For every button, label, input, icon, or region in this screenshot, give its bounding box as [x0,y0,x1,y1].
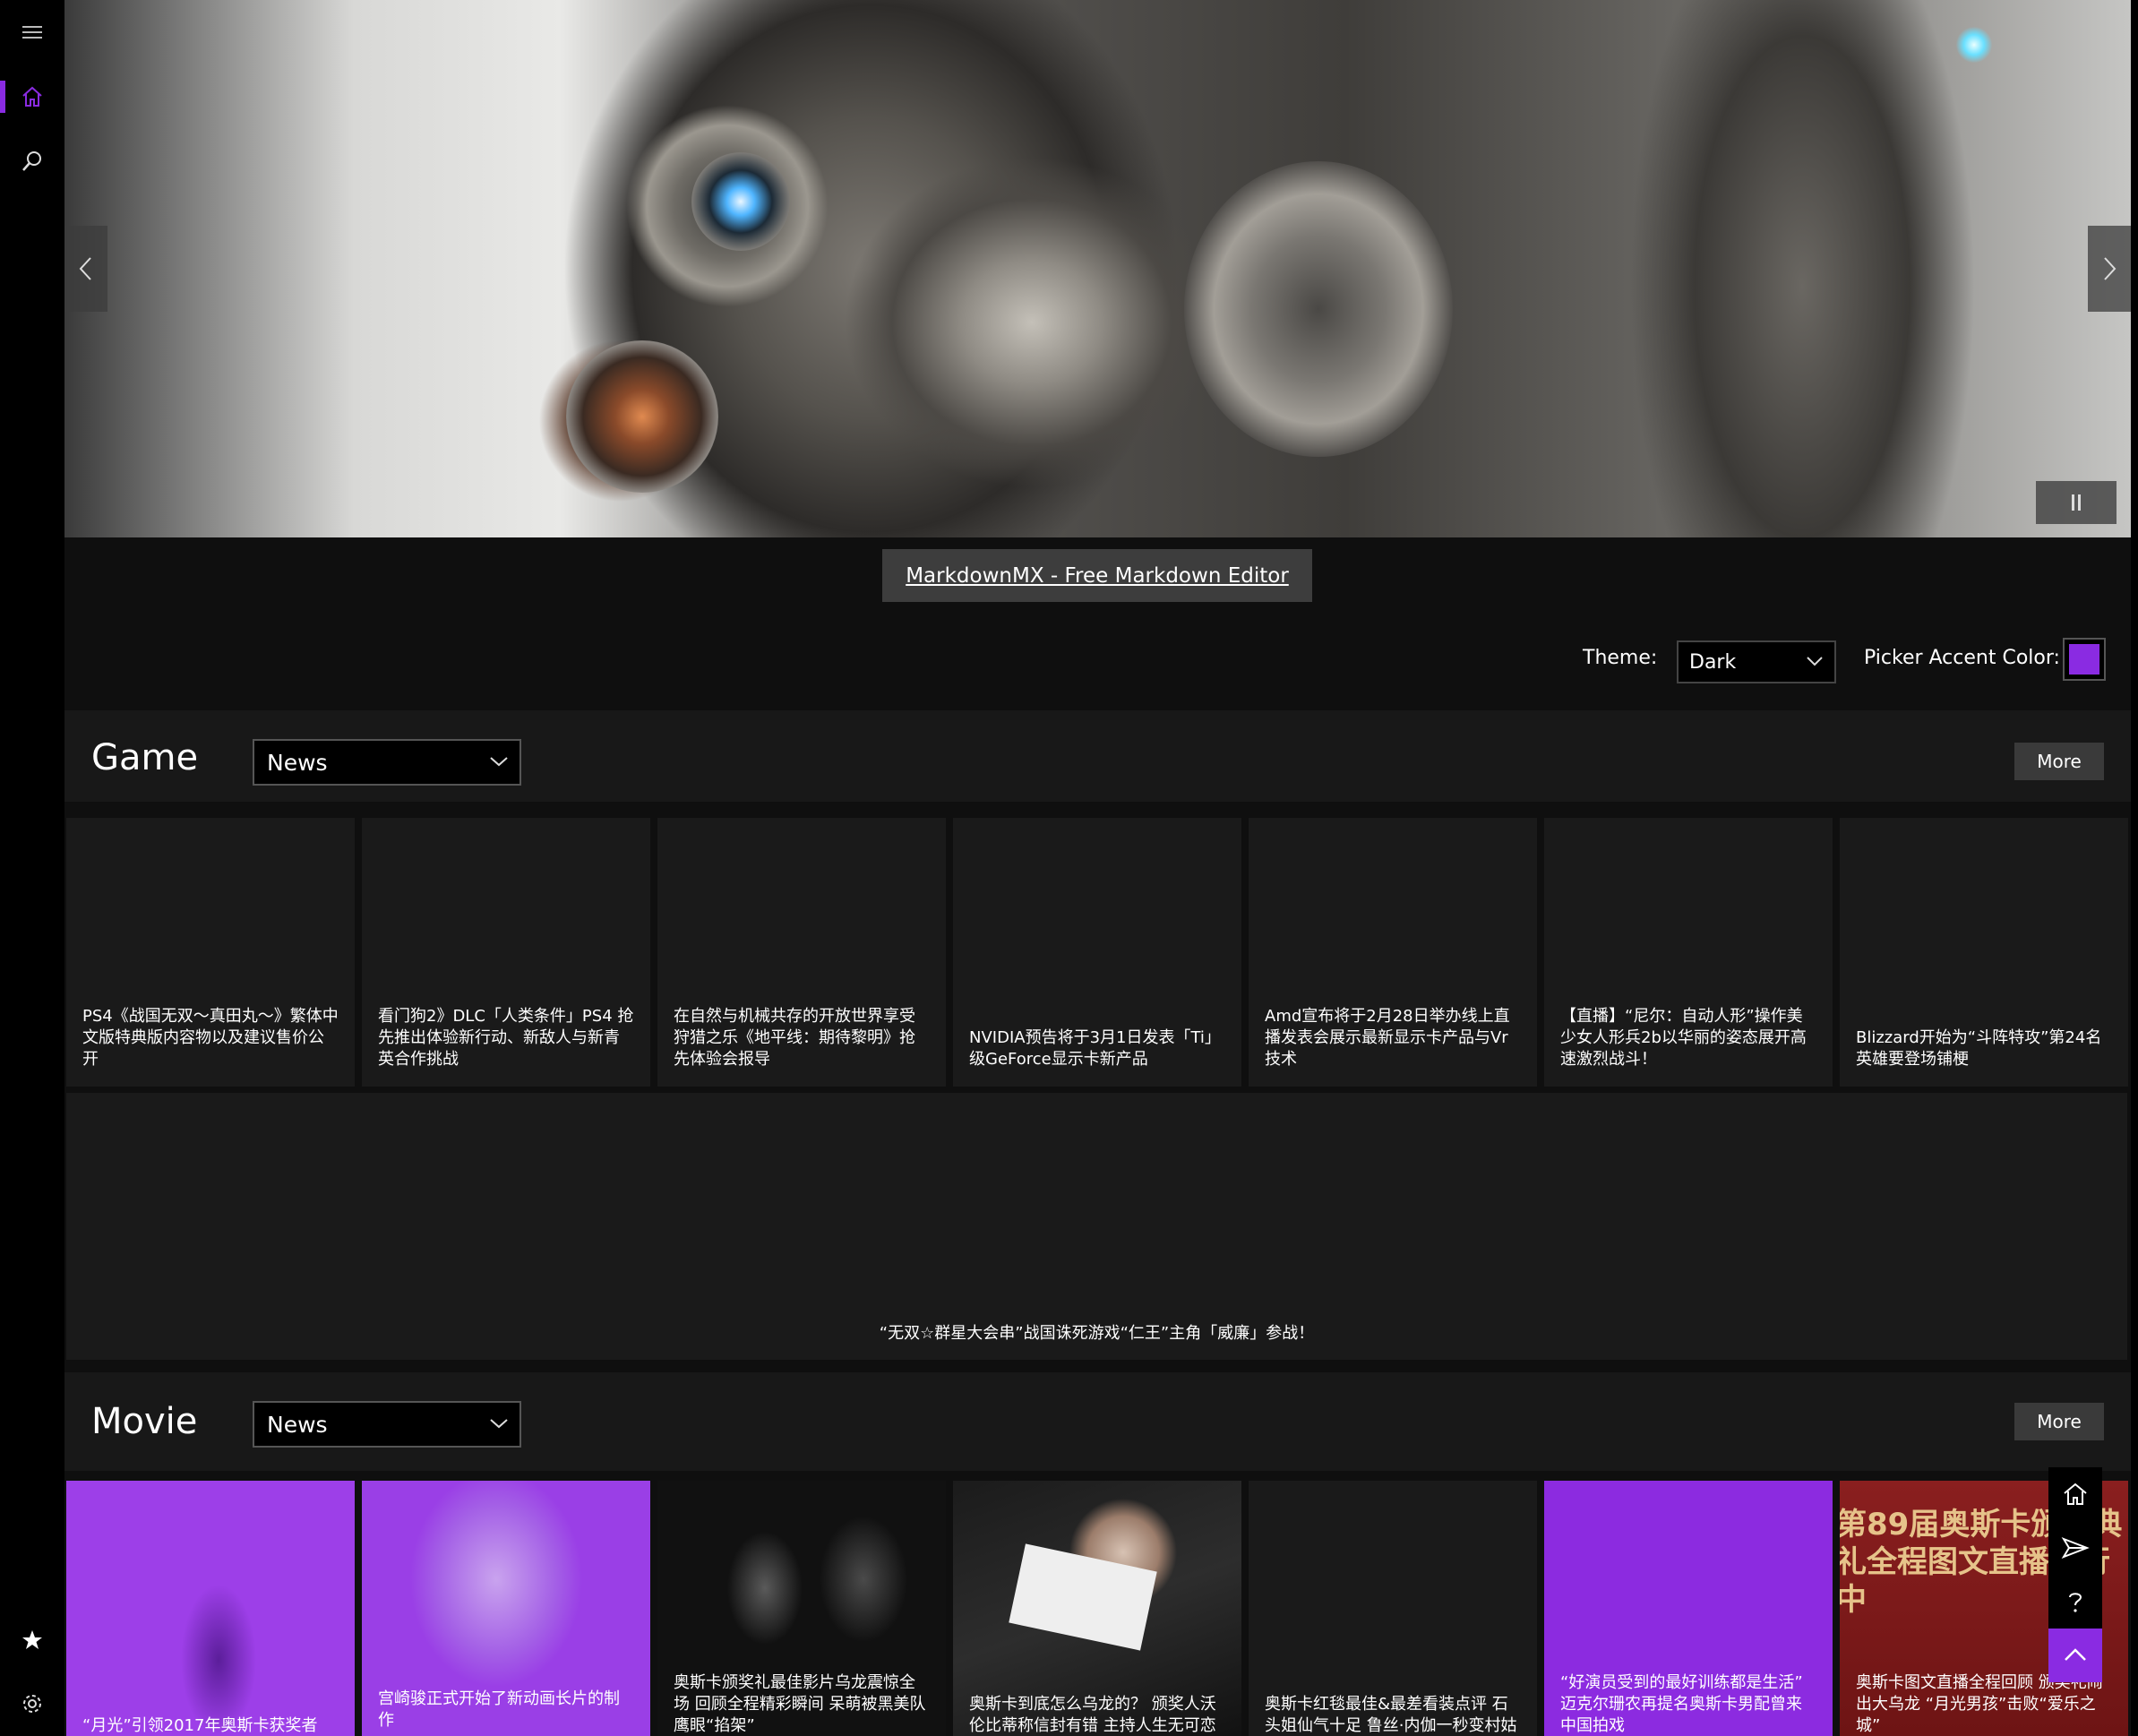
game-news-tile[interactable]: PS4《战国无双～真田丸～》繁体中文版特典版内容物以及建议售价公开 [66,818,355,1087]
movie-news-tile[interactable]: “月光”引领2017年奥斯卡获奖者 [66,1481,355,1736]
left-rail [0,0,64,1736]
tile-caption: NVIDIA预告将于3月1日发表「Ti」级GeForce显示卡新产品 [969,1028,1221,1069]
main-content: MarkdownMX - Free Markdown Editor Theme:… [64,0,2131,1736]
hamburger-menu-button[interactable] [0,0,64,64]
tile-caption: 奥斯卡到底怎么乌龙的？ 颁奖人沃伦比蒂称信封有错 主持人生无可恋 [969,1695,1216,1735]
tile-caption: Amd宣布将于2月28日举办线上直播发表会展示最新显示卡产品与Vr技术 [1265,1007,1510,1069]
tile-caption: 宫崎骏正式开始了新动画长片的制作 [378,1689,620,1730]
envelope-card [1009,1543,1157,1651]
game-section-title: Game [91,737,199,778]
game-news-tile[interactable]: 【直播】“尼尔：自动人形”操作美少女人形兵2b以华丽的姿态展开高速激烈战斗！ [1544,818,1833,1087]
hamburger-menu-icon [22,26,42,39]
nav-settings-button[interactable] [0,1672,64,1736]
scroll-top-icon [2065,1648,2086,1661]
robot-eye-left [691,152,790,251]
movie-category-value: News [267,1411,328,1438]
home-icon [2064,1482,2087,1505]
tool-send-button[interactable] [2048,1521,2102,1575]
robot-ear-disc [1184,161,1453,457]
chevron-right-icon [2104,257,2117,280]
send-icon [2061,1537,2090,1559]
game-category-dropdown[interactable]: News [253,739,521,786]
chevron-left-icon [79,257,91,280]
tile-caption: 【直播】“尼尔：自动人形”操作美少女人形兵2b以华丽的姿态展开高速激烈战斗！ [1560,1007,1807,1069]
nav-search-button[interactable] [0,129,64,193]
movie-news-tile[interactable]: 奥斯卡红毯最佳&最差看装点评 石头姐仙气十足 鲁丝·内伽一秒变村姑 [1249,1481,1537,1736]
carousel-pause-button[interactable] [2036,481,2117,524]
tool-help-button[interactable] [2048,1575,2102,1629]
movie-news-tile[interactable]: 宫崎骏正式开始了新动画长片的制作 [362,1481,650,1736]
carousel-prev-button[interactable] [64,226,107,312]
robot-eye-lens [566,340,718,493]
game-news-tile[interactable]: NVIDIA预告将于3月1日发表「Ti」级GeForce显示卡新产品 [953,818,1241,1087]
movie-more-button[interactable]: More [2014,1403,2104,1440]
accent-color-picker[interactable] [2063,638,2106,681]
game-news-tile[interactable]: Blizzard开始为“斗阵特攻”第24名英雄要登场铺梗 [1840,818,2128,1087]
chevron-down-icon [490,1419,508,1429]
game-category-value: News [267,749,328,776]
movie-section-header: Movie News More [64,1372,2131,1471]
hero-carousel [64,0,2131,537]
tile-caption: “好演员受到的最好训练都是生活” 迈克尔珊农再提名奥斯卡男配曾来中国拍戏 [1560,1673,1803,1735]
accent-color-label: Picker Accent Color: [1864,647,2060,669]
floating-toolbar [2048,1467,2102,1682]
promo-link[interactable]: MarkdownMX - Free Markdown Editor [882,549,1312,602]
featured-caption: “无双☆群星大会串”战国诛死游戏“仁王”主角「威廉」参战！ [879,1324,1315,1343]
game-news-tile[interactable]: 看门狗2》DLC「人类条件」PS4 抢先推出体验新行动、新敌人与新青英合作挑战 [362,818,650,1087]
game-news-tile[interactable]: Amd宣布将于2月28日举办线上直播发表会展示最新显示卡产品与Vr技术 [1249,818,1537,1087]
carousel-next-button[interactable] [2088,226,2131,312]
game-section-header: Game News More [64,710,2131,802]
help-icon [2069,1593,2082,1612]
movie-news-tile[interactable]: 奥斯卡颁奖礼最佳影片乌龙震惊全场 回顾全程精彩瞬间 呆萌被黑美队鹰眼“掐架” [657,1481,946,1736]
tile-caption: 看门狗2》DLC「人类条件」PS4 抢先推出体验新行动、新敌人与新青英合作挑战 [378,1007,634,1069]
theme-label: Theme: [1583,647,1658,669]
gear-icon [23,1695,41,1713]
home-icon [22,86,42,107]
tile-caption: 在自然与机械共存的开放世界享受狩猎之乐《地平线：期待黎明》抢先体验会报导 [674,1007,915,1069]
theme-value: Dark [1689,650,1737,674]
tile-caption: PS4《战国无双～真田丸～》繁体中文版特典版内容物以及建议售价公开 [82,1007,339,1069]
nav-home-button[interactable] [0,64,64,129]
game-news-tile[interactable]: 在自然与机械共存的开放世界享受狩猎之乐《地平线：期待黎明》抢先体验会报导 [657,818,946,1087]
chevron-down-icon [490,757,508,767]
accent-color-swatch [2069,644,2099,675]
tile-caption: 奥斯卡红毯最佳&最差看装点评 石头姐仙气十足 鲁丝·内伽一秒变村姑 [1265,1695,1517,1735]
scroll-top-button[interactable] [2048,1629,2102,1682]
robot-shoulder-light [1956,27,1992,63]
star-icon [22,1630,42,1649]
game-more-button[interactable]: More [2014,743,2104,780]
movie-section-title: Movie [91,1401,198,1442]
chevron-down-icon [1807,657,1823,666]
tile-caption: Blizzard开始为“斗阵特攻”第24名英雄要登场铺梗 [1856,1028,2102,1069]
game-featured-tile[interactable]: “无双☆群星大会串”战国诛死游戏“仁王”主角「威廉」参战！ [66,1093,2127,1360]
movie-category-dropdown[interactable]: News [253,1401,521,1448]
theme-dropdown[interactable]: Dark [1677,640,1836,683]
tool-home-button[interactable] [2048,1467,2102,1521]
search-icon [22,151,41,171]
pause-icon [2072,494,2074,511]
tile-caption: 奥斯卡颁奖礼最佳影片乌龙震惊全场 回顾全程精彩瞬间 呆萌被黑美队鹰眼“掐架” [674,1673,926,1735]
tile-caption: “月光”引领2017年奥斯卡获奖者 [82,1716,318,1735]
movie-news-tile[interactable]: “好演员受到的最好训练都是生活” 迈克尔珊农再提名奥斯卡男配曾来中国拍戏 [1544,1481,1833,1736]
movie-news-tile[interactable]: 奥斯卡到底怎么乌龙的？ 颁奖人沃伦比蒂称信封有错 主持人生无可恋 [953,1481,1241,1736]
nav-favorites-button[interactable] [0,1608,64,1672]
